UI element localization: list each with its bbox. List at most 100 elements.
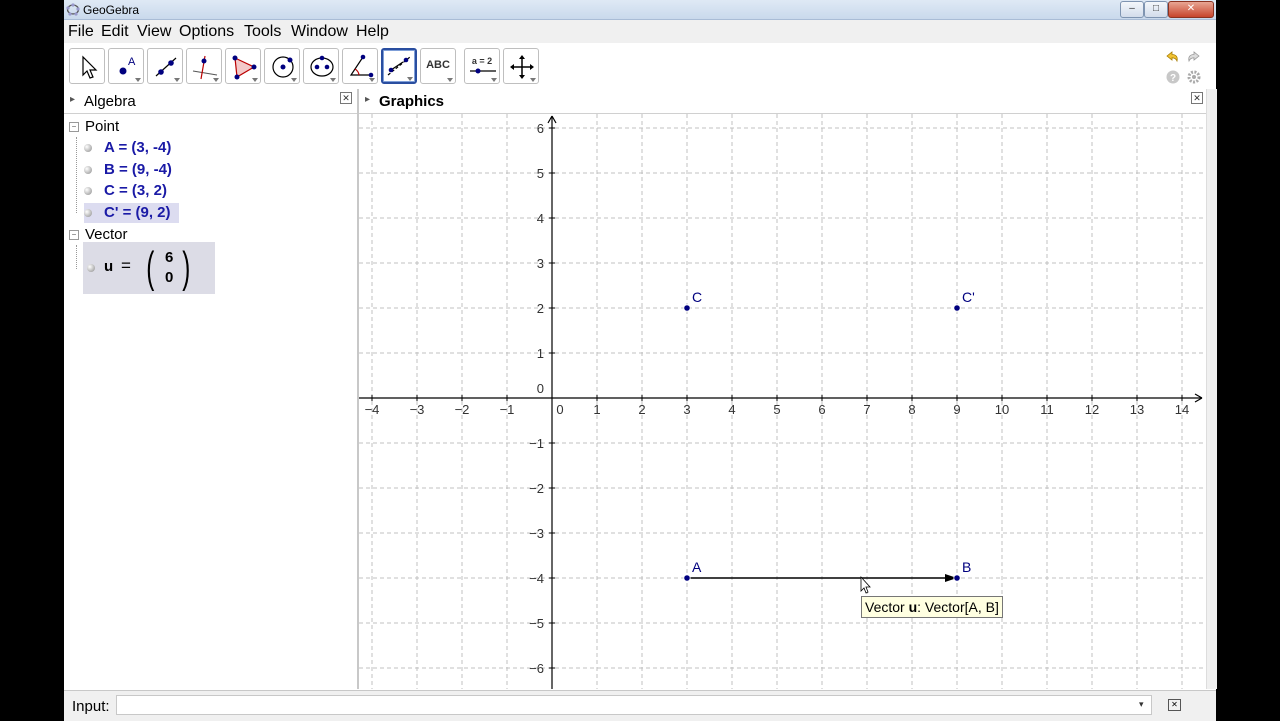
- tool-dropdown-icon: [330, 78, 336, 82]
- tool-dropdown-icon: [174, 78, 180, 82]
- close-algebra-icon[interactable]: ✕: [340, 92, 352, 104]
- input-bar: Input: ▾ ✕: [64, 690, 1216, 721]
- close-button[interactable]: ✕: [1168, 1, 1214, 18]
- y-tick-label: −5: [529, 616, 544, 631]
- tool-dropdown-icon: [530, 78, 536, 82]
- line-tool[interactable]: [147, 48, 183, 84]
- tooltip-suffix: : Vector[A, B]: [917, 599, 999, 615]
- right-paren: ): [182, 243, 191, 292]
- tooltip-name: u: [908, 599, 918, 615]
- graphics-canvas[interactable]: −4 −3 −2 −1 0 1 2 3 4 5 6 7 8 9 10 11 12 13 146543210−1−2−…: [359, 114, 1206, 689]
- visibility-toggle-icon[interactable]: [87, 264, 95, 272]
- y-tick-label: 0: [537, 381, 544, 396]
- tool-dropdown-icon: [291, 78, 297, 82]
- y-tick-label: 4: [537, 211, 544, 226]
- point-A: [683, 574, 691, 582]
- input-label: Input:: [72, 698, 110, 715]
- slider-tool[interactable]: a = 2: [464, 48, 500, 84]
- minimize-button[interactable]: –: [1120, 1, 1144, 18]
- tool-dropdown-icon: [252, 78, 258, 82]
- menu-view[interactable]: View: [137, 23, 171, 41]
- vector-y-component: 0: [165, 269, 174, 286]
- x-tick-label: −3: [410, 402, 425, 417]
- x-tick-label: 9: [953, 402, 960, 417]
- graphics-header: ▸ Graphics ✕: [359, 89, 1206, 114]
- x-tick-label: 5: [773, 402, 780, 417]
- point-label: B: [962, 559, 971, 575]
- graphics-view[interactable]: ▸ Graphics ✕ −4 −3 −2 −1 0 1 2 3 4 5 6 7 8 9 10 11 12 13 1…: [359, 89, 1206, 689]
- x-tick-label: −2: [455, 402, 470, 417]
- menu-options[interactable]: Options: [179, 23, 234, 41]
- algebra-title: Algebra: [84, 93, 136, 110]
- undo-icon[interactable]: [1164, 49, 1180, 65]
- x-tick-label: 10: [995, 402, 1009, 417]
- group-vector-label: Vector: [85, 226, 128, 243]
- point-B: [953, 574, 961, 582]
- move-tool[interactable]: [69, 48, 105, 84]
- y-tick-label: 5: [537, 166, 544, 181]
- left-paren: (: [146, 243, 155, 292]
- group-point[interactable]: − Point: [69, 118, 119, 135]
- point-tool-label: A: [128, 56, 136, 68]
- point-tool[interactable]: A: [108, 48, 144, 84]
- x-tick-label: 12: [1085, 402, 1099, 417]
- polygon-tool[interactable]: [225, 48, 261, 84]
- vector-name: u: [104, 258, 114, 275]
- menu-file[interactable]: File: [68, 23, 94, 41]
- collapse-minus-icon[interactable]: −: [69, 230, 79, 241]
- menu-tools[interactable]: Tools: [244, 23, 281, 41]
- menu-bar: File Edit View Options Tools Window Help: [64, 20, 1216, 43]
- geogebra-logo-icon: [66, 3, 80, 16]
- collapse-minus-icon[interactable]: −: [69, 122, 79, 133]
- algebra-expression: B = (9, -4): [104, 161, 172, 178]
- x-tick-label: 4: [728, 402, 735, 417]
- vector-x-component: 6: [165, 249, 174, 266]
- x-tick-label: 3: [683, 402, 690, 417]
- y-tick-label: 2: [537, 301, 544, 316]
- visibility-toggle-icon[interactable]: [84, 144, 92, 152]
- visibility-toggle-icon[interactable]: [84, 166, 92, 174]
- window-title: GeoGebra: [83, 3, 140, 17]
- move-graphics-tool[interactable]: [503, 48, 539, 84]
- geogebra-window: GeoGebra – □ ✕ File Edit View Options To…: [64, 0, 1217, 721]
- list-item-selected[interactable]: C' = (9, 2): [84, 203, 179, 223]
- tool-dropdown-icon: [447, 78, 453, 82]
- toolbar: A ABC a = 2: [64, 43, 1216, 89]
- circle-tool[interactable]: [264, 48, 300, 84]
- vector-item[interactable]: u = ( 6 0 ): [83, 242, 215, 294]
- text-tool[interactable]: ABC: [420, 48, 456, 84]
- menu-help[interactable]: Help: [356, 23, 389, 41]
- x-tick-label: 0: [556, 402, 563, 417]
- input-field[interactable]: [116, 695, 1152, 715]
- close-graphics-icon[interactable]: ✕: [1191, 92, 1203, 104]
- collapse-arrow-icon[interactable]: ▸: [365, 94, 370, 105]
- group-vector[interactable]: − Vector: [69, 226, 128, 243]
- angle-tool[interactable]: [342, 48, 378, 84]
- conic-tool[interactable]: [303, 48, 339, 84]
- point-Cprime: [953, 304, 961, 312]
- algebra-expression: C = (3, 2): [104, 182, 167, 199]
- point-label: C: [692, 289, 702, 305]
- collapse-arrow-icon[interactable]: ▸: [70, 94, 75, 105]
- y-tick-label: −6: [529, 661, 544, 676]
- menu-edit[interactable]: Edit: [101, 23, 129, 41]
- reflect-tool[interactable]: [381, 48, 417, 84]
- help-icon[interactable]: ?: [1165, 69, 1181, 85]
- redo-icon[interactable]: [1186, 49, 1202, 65]
- y-tick-label: 6: [537, 121, 544, 136]
- algebra-view: ▸ Algebra ✕ − Point A = (3, -4) B = (9, -…: [64, 89, 359, 689]
- menu-window[interactable]: Window: [291, 23, 348, 41]
- chevron-down-icon[interactable]: ▾: [1139, 699, 1144, 710]
- visibility-toggle-icon[interactable]: [84, 187, 92, 195]
- visibility-toggle-icon[interactable]: [84, 209, 92, 217]
- tool-dropdown-icon: [369, 78, 375, 82]
- gear-icon[interactable]: [1186, 69, 1202, 85]
- tooltip-prefix: Vector: [865, 599, 909, 615]
- perpendicular-tool[interactable]: [186, 48, 222, 84]
- close-input-icon[interactable]: ✕: [1168, 699, 1181, 711]
- svg-text:?: ?: [1170, 73, 1176, 84]
- maximize-button[interactable]: □: [1144, 1, 1168, 18]
- algebra-header: ▸ Algebra ✕: [64, 89, 357, 114]
- y-tick-label: 3: [537, 256, 544, 271]
- tool-dropdown-icon: [491, 78, 497, 82]
